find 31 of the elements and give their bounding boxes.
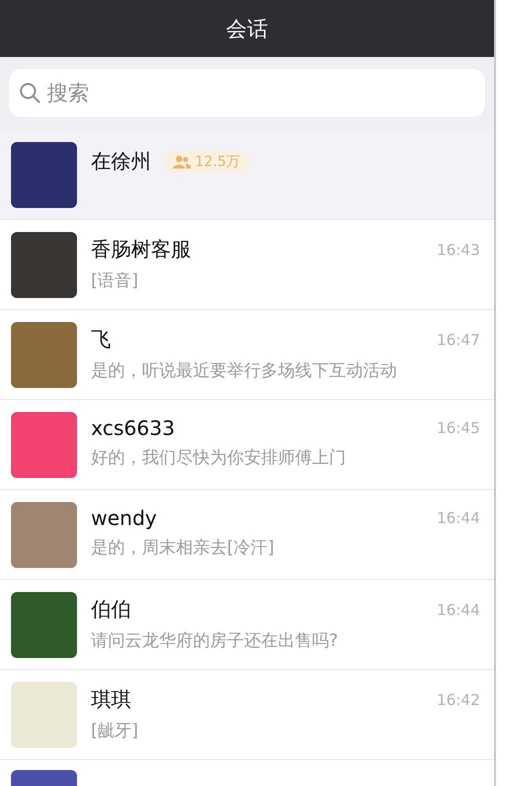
message-preview: 好的，我们尽快为你安排师傅上门 xyxy=(91,447,347,469)
message-time: 16:42 xyxy=(436,690,480,708)
chat-name: 飞 xyxy=(91,326,111,353)
chat-name: xcs6633 xyxy=(91,416,175,440)
message-time: 16:44 xyxy=(436,600,480,618)
people-icon xyxy=(173,154,191,168)
chat-name: 在徐州 xyxy=(91,148,151,175)
chat-name: wendy xyxy=(91,506,157,530)
avatar-placeholder xyxy=(11,232,77,298)
message-preview: 请问云龙华府的房子还在出售吗? xyxy=(91,630,340,652)
chat-name: 琪琪 xyxy=(91,686,131,713)
avatar-placeholder xyxy=(11,322,77,388)
avatar-placeholder xyxy=(11,142,77,208)
message-preview: 是的，听说最近要举行多场线下互动活动 xyxy=(91,360,398,382)
avatar-placeholder xyxy=(11,502,77,568)
chat-row[interactable]: 在徐州 12.5万 xyxy=(0,130,494,220)
avatar-placeholder xyxy=(11,682,77,748)
message-preview: 是的，周末相亲去[冷汗] xyxy=(91,537,276,559)
chat-name: 伯伯 xyxy=(91,596,131,623)
message-preview: [龇牙] xyxy=(91,720,140,742)
avatar-placeholder xyxy=(11,412,77,478)
message-time: 16:45 xyxy=(436,419,480,437)
chat-name: 香肠树客服 xyxy=(91,236,191,263)
message-time: 16:47 xyxy=(436,330,480,348)
page-title: 会话 xyxy=(226,16,268,42)
message-time: 16:43 xyxy=(436,240,480,258)
search-field[interactable]: 搜索 xyxy=(9,69,485,117)
message-preview: [语音] xyxy=(91,270,140,292)
member-count-text: 12.5万 xyxy=(195,152,240,170)
message-time: 16:44 xyxy=(436,509,480,527)
avatar-placeholder xyxy=(11,592,77,658)
